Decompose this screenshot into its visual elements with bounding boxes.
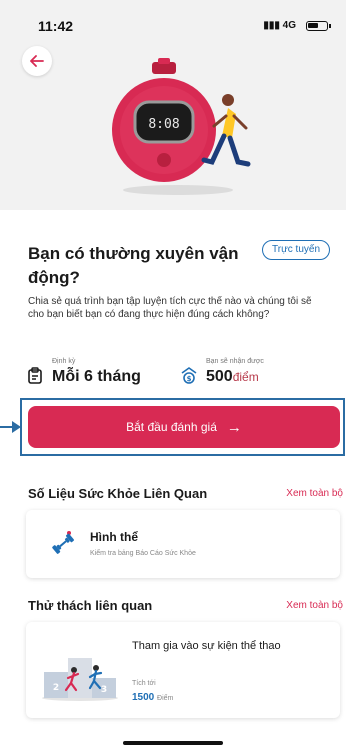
online-badge: Trực tuyến [262,240,331,260]
health-card-title: Hình thể [90,530,138,544]
reward-label: Bạn sẽ nhận được [206,358,264,365]
challenge-card[interactable]: 2 3 Tham gia vào sự kiện thể thao Tích t… [26,622,340,718]
reward-icon: $ [181,367,197,384]
svg-text:8:08: 8:08 [148,117,179,132]
network-type: 4G [282,20,296,31]
signal-icon: ▮▮▮ [263,20,280,31]
challenge-points-unit: Điểm [157,695,174,702]
home-indicator [123,741,223,745]
svg-text:$: $ [187,375,192,383]
start-assessment-button[interactable]: Bắt đầu đánh giá → [28,406,340,448]
svg-text:2: 2 [53,683,59,693]
challenge-section-header: Thử thách liên quan Xem toàn bộ [28,598,343,618]
arrow-right-icon: → [226,418,242,436]
svg-text:3: 3 [101,685,107,695]
challenge-see-all-link[interactable]: Xem toàn bộ [286,600,343,611]
health-section-header: Số Liệu Sức Khỏe Liên Quan Xem toàn bộ [28,486,343,506]
battery-icon [306,21,331,31]
health-see-all-link[interactable]: Xem toàn bộ [286,488,343,499]
dumbbell-icon [52,531,74,554]
health-section-title: Số Liệu Sức Khỏe Liên Quan [28,486,208,501]
back-arrow-icon [30,55,44,67]
challenge-points: 1500 Điểm [132,692,173,703]
challenge-section-title: Thử thách liên quan [28,598,153,613]
status-time: 11:42 [38,18,74,34]
podium-icon: 2 3 [42,658,118,701]
reward-stat: $ Bạn sẽ nhận được 500điểm [180,358,330,388]
status-bar: 11:42 ▮▮▮ 4G [0,18,346,38]
health-card[interactable]: Hình thể Kiểm tra bảng Báo Cáo Sức Khỏe [26,510,340,578]
back-button[interactable] [22,46,52,76]
reward-unit: điểm [232,370,259,384]
reward-value: 500điểm [206,368,259,386]
frequency-value: Mỗi 6 tháng [52,368,141,385]
stopwatch-runner-illustration: 8:08 [112,58,251,195]
challenge-earn-label: Tích tới [132,680,156,687]
frequency-stat: Định kỳ Mỗi 6 tháng [26,358,166,388]
hero-banner: 11:42 ▮▮▮ 4G 8:08 [0,0,346,210]
challenge-card-title: Tham gia vào sự kiện thể thao [132,640,281,652]
network-indicator: ▮▮▮ 4G [263,20,296,31]
reward-points: 500 [206,368,233,385]
calendar-icon [28,367,42,384]
health-card-subtitle: Kiểm tra bảng Báo Cáo Sức Khỏe [90,550,196,557]
question-title: Bạn có thường xuyên vận động? [28,244,239,287]
start-assessment-label: Bắt đầu đánh giá [126,420,217,434]
challenge-points-value: 1500 [132,692,155,703]
frequency-label: Định kỳ [52,358,76,365]
question-description: Chia sẻ quá trình bạn tập luyện tích cực… [28,296,312,320]
annotation-arrow-icon [0,421,21,433]
